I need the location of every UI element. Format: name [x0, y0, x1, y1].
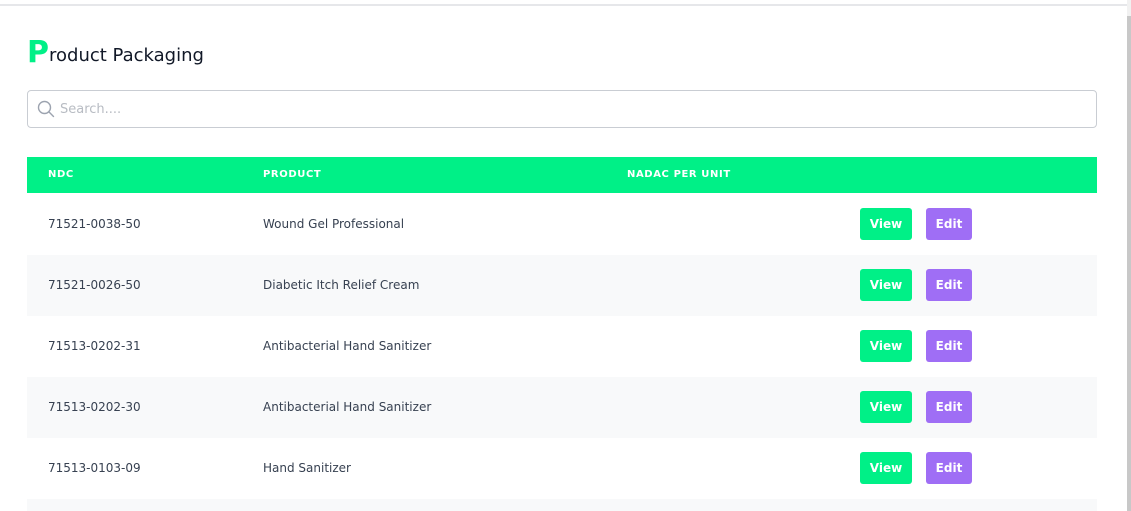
product-cell: Hand Sanitizer	[263, 461, 351, 475]
table-row: 71513-0202-31 Antibacterial Hand Sanitiz…	[27, 316, 1097, 377]
table-row: 71521-0038-50 Wound Gel Professional Vie…	[27, 194, 1097, 255]
product-cell: Diabetic Itch Relief Cream	[263, 278, 420, 292]
table-row-partial	[27, 499, 1097, 511]
view-button[interactable]: View	[860, 330, 912, 362]
view-button[interactable]: View	[860, 452, 912, 484]
column-header-nadac-per-unit[interactable]: NADAC PER UNIT	[627, 169, 731, 180]
product-cell: Antibacterial Hand Sanitizer	[263, 339, 432, 353]
table-header: NDC PRODUCT NADAC PER UNIT	[27, 157, 1097, 193]
page-title: P roduct Packaging	[27, 34, 204, 68]
ndc-cell: 71521-0038-50	[48, 217, 141, 231]
scrollbar-thumb[interactable]	[1127, 16, 1131, 511]
page-title-text: roduct Packaging	[49, 45, 204, 66]
edit-button[interactable]: Edit	[926, 269, 972, 301]
product-cell: Wound Gel Professional	[263, 217, 405, 231]
search-icon	[37, 100, 55, 118]
edit-button[interactable]: Edit	[926, 452, 972, 484]
search-input[interactable]	[60, 91, 1090, 127]
view-button[interactable]: View	[860, 208, 912, 240]
table-row: 71513-0202-30 Antibacterial Hand Sanitiz…	[27, 377, 1097, 438]
view-button[interactable]: View	[860, 391, 912, 423]
edit-button[interactable]: Edit	[926, 391, 972, 423]
table-row: 71521-0026-50 Diabetic Itch Relief Cream…	[27, 255, 1097, 316]
edit-button[interactable]: Edit	[926, 330, 972, 362]
ndc-cell: 71521-0026-50	[48, 278, 141, 292]
top-bar	[0, 0, 1127, 6]
product-cell: Antibacterial Hand Sanitizer	[263, 400, 432, 414]
table-row: 71513-0103-09 Hand Sanitizer View Edit	[27, 438, 1097, 499]
edit-button[interactable]: Edit	[926, 208, 972, 240]
ndc-cell: 71513-0202-30	[48, 400, 141, 414]
search-box[interactable]	[27, 90, 1097, 128]
ndc-cell: 71513-0103-09	[48, 461, 141, 475]
view-button[interactable]: View	[860, 269, 912, 301]
column-header-product[interactable]: PRODUCT	[263, 169, 321, 180]
ndc-cell: 71513-0202-31	[48, 339, 141, 353]
page-title-initial: P	[27, 35, 49, 70]
column-header-ndc[interactable]: NDC	[48, 169, 74, 180]
